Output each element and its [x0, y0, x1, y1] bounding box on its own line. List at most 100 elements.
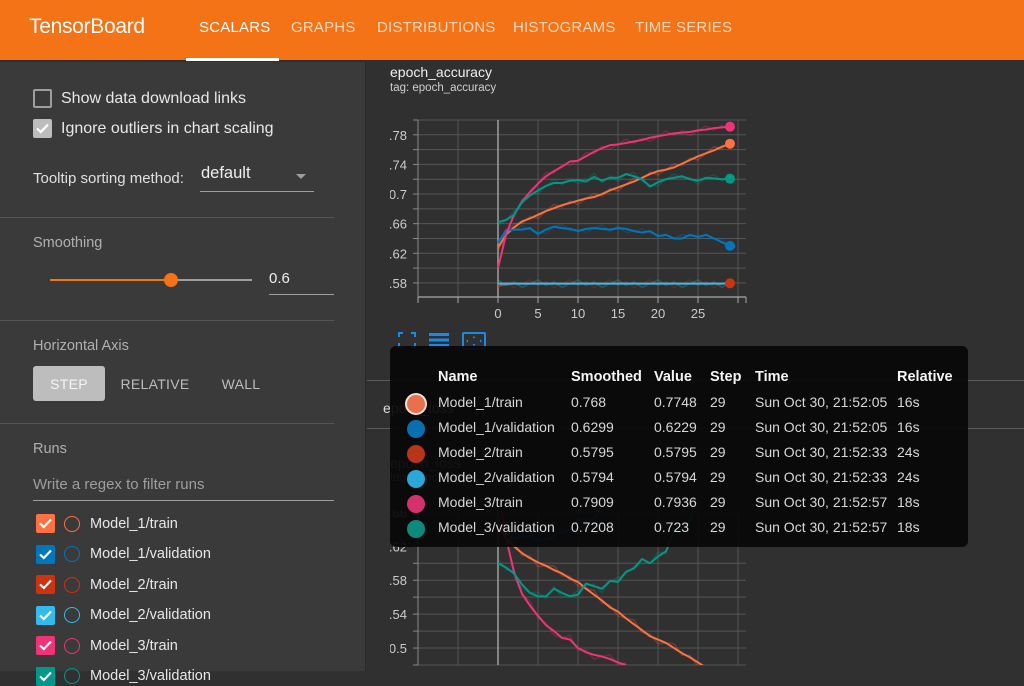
run-name: Model_3/validation [90, 668, 211, 684]
smoothing-value-input[interactable]: 0.6 [269, 270, 334, 295]
y-tick-label: 0.54 [390, 607, 407, 622]
horizontal-axis-label: Horizontal Axis [33, 338, 129, 354]
run-item[interactable]: Model_2/validation [36, 606, 211, 625]
tooltip-cell-step: 29 [710, 419, 726, 435]
run-checkbox[interactable] [36, 514, 55, 533]
run-checkbox-partial[interactable] [36, 667, 55, 671]
runs-filter-input[interactable]: Write a regex to filter runs [33, 476, 334, 501]
tooltip-header-name: Name [438, 369, 478, 385]
tooltip-cell-step: 29 [710, 394, 726, 410]
tooltip-cell-value: 0.6229 [654, 419, 697, 435]
run-checkbox[interactable] [36, 545, 55, 564]
x-tick-label: 5 [534, 306, 541, 321]
run-checkbox[interactable] [36, 636, 55, 655]
active-tab-indicator [186, 58, 279, 61]
tooltip-cell-smoothed: 0.7208 [571, 519, 614, 535]
checkmark-icon [39, 518, 52, 529]
run-name: Model_2/train [90, 577, 178, 593]
tab-time-series[interactable]: TIME SERIES [635, 19, 732, 36]
y-tick-label: 0.78 [390, 128, 407, 143]
ignore-outliers-checkbox[interactable]: Ignore outliers in chart scaling [33, 119, 274, 138]
tooltip-header-step: Step [710, 369, 741, 385]
series-line-model_1-validation [498, 227, 730, 246]
run-color-picker-icon[interactable] [64, 516, 80, 532]
run-checkbox[interactable] [36, 606, 55, 625]
run-item[interactable]: Model_3/validation [36, 667, 211, 686]
tooltip-series-dot [407, 395, 425, 413]
tooltip-cell-smoothed: 0.5794 [571, 469, 614, 485]
tooltip-series-dot [407, 420, 425, 438]
tab-distributions[interactable]: DISTRIBUTIONS [377, 19, 495, 36]
y-tick-label: 0.62 [390, 246, 407, 261]
tooltip-sorting-select[interactable]: default [200, 164, 314, 192]
tooltip-cell-name: Model_1/validation [438, 419, 555, 435]
tooltip-cell-value: 0.723 [654, 519, 689, 535]
run-name: Model_1/validation [90, 546, 211, 562]
tab-histograms[interactable]: HISTOGRAMS [513, 19, 616, 36]
axis-relative-button[interactable]: RELATIVE [116, 366, 194, 401]
chart-title: epoch_accuracy [390, 64, 492, 80]
checkbox-box[interactable] [33, 89, 52, 108]
tooltip-cell-step: 29 [710, 519, 726, 535]
series-end-marker [725, 139, 735, 149]
tooltip-cell-step: 29 [710, 494, 726, 510]
run-color-picker-icon[interactable] [64, 668, 80, 684]
x-tick-label: 25 [691, 306, 705, 321]
series-end-marker [725, 278, 735, 288]
show-download-links-checkbox[interactable]: Show data download links [33, 89, 246, 108]
tooltip-sorting-value: default [201, 164, 251, 182]
tab-graphs[interactable]: GRAPHS [291, 19, 356, 36]
sidebar-divider [0, 217, 334, 218]
tooltip-sorting-label: Tooltip sorting method: [33, 170, 184, 187]
tooltip-cell-smoothed: 0.6299 [571, 419, 614, 435]
run-color-picker-icon[interactable] [64, 577, 80, 593]
runs-label: Runs [33, 441, 67, 457]
tab-scalars[interactable]: SCALARS [199, 19, 270, 36]
run-item[interactable]: Model_1/validation [36, 545, 211, 564]
chart-tooltip: Name Smoothed Value Step Time Relative M… [390, 346, 968, 547]
checkbox-box-checked[interactable] [33, 119, 52, 138]
series-line-model_3-train [498, 127, 730, 268]
run-color-picker-icon[interactable] [64, 607, 80, 623]
run-color-picker-icon[interactable] [64, 546, 80, 562]
y-tick-label: 0.58 [390, 276, 407, 291]
axis-wall-button[interactable]: WALL [208, 366, 274, 401]
tooltip-cell-value: 0.5795 [654, 444, 697, 460]
y-tick-label: 0.58 [390, 573, 407, 588]
tooltip-cell-name: Model_1/train [438, 394, 523, 410]
run-name: Model_3/train [90, 638, 178, 654]
tooltip-cell-smoothed: 0.768 [571, 394, 606, 410]
run-item[interactable]: Model_3/train [36, 636, 178, 655]
grid [413, 120, 746, 303]
smoothing-label: Smoothing [33, 235, 102, 251]
tooltip-cell-name: Model_3/train [438, 494, 523, 510]
y-tick-label: 0.74 [390, 157, 407, 172]
run-name: Model_2/validation [90, 607, 211, 623]
chart-tag: tag: epoch_accuracy [390, 82, 496, 94]
tooltip-header-time: Time [755, 369, 789, 385]
run-color-picker-icon[interactable] [64, 638, 80, 654]
sidebar-divider [0, 423, 334, 424]
sidebar-divider [0, 320, 334, 321]
series-end-marker [725, 241, 735, 251]
run-item[interactable]: Model_2/train [36, 575, 178, 594]
series-end-marker [725, 174, 735, 184]
checkmark-icon [39, 671, 52, 682]
x-tick-label: 20 [651, 306, 665, 321]
x-tick-label: 10 [571, 306, 585, 321]
tooltip-cell-smoothed: 0.7909 [571, 494, 614, 510]
tooltip-cell-smoothed: 0.5795 [571, 444, 614, 460]
tooltip-series-dot [407, 495, 425, 513]
run-item[interactable]: Model_1/train [36, 514, 178, 533]
tooltip-cell-value: 0.7936 [654, 494, 697, 510]
tooltip-series-dot [407, 470, 425, 488]
accuracy-chart[interactable]: 05101520250.580.620.660.70.740.78 [390, 100, 760, 325]
tooltip-header-relative: Relative [897, 369, 953, 385]
axis-step-button[interactable]: STEP [33, 366, 105, 401]
tooltip-cell-time: Sun Oct 30, 21:52:57 [755, 494, 887, 510]
tooltip-cell-step: 29 [710, 444, 726, 460]
tooltip-cell-name: Model_2/train [438, 444, 523, 460]
checkmark-icon [39, 610, 52, 621]
smoothing-slider[interactable] [50, 279, 252, 281]
run-checkbox[interactable] [36, 575, 55, 594]
